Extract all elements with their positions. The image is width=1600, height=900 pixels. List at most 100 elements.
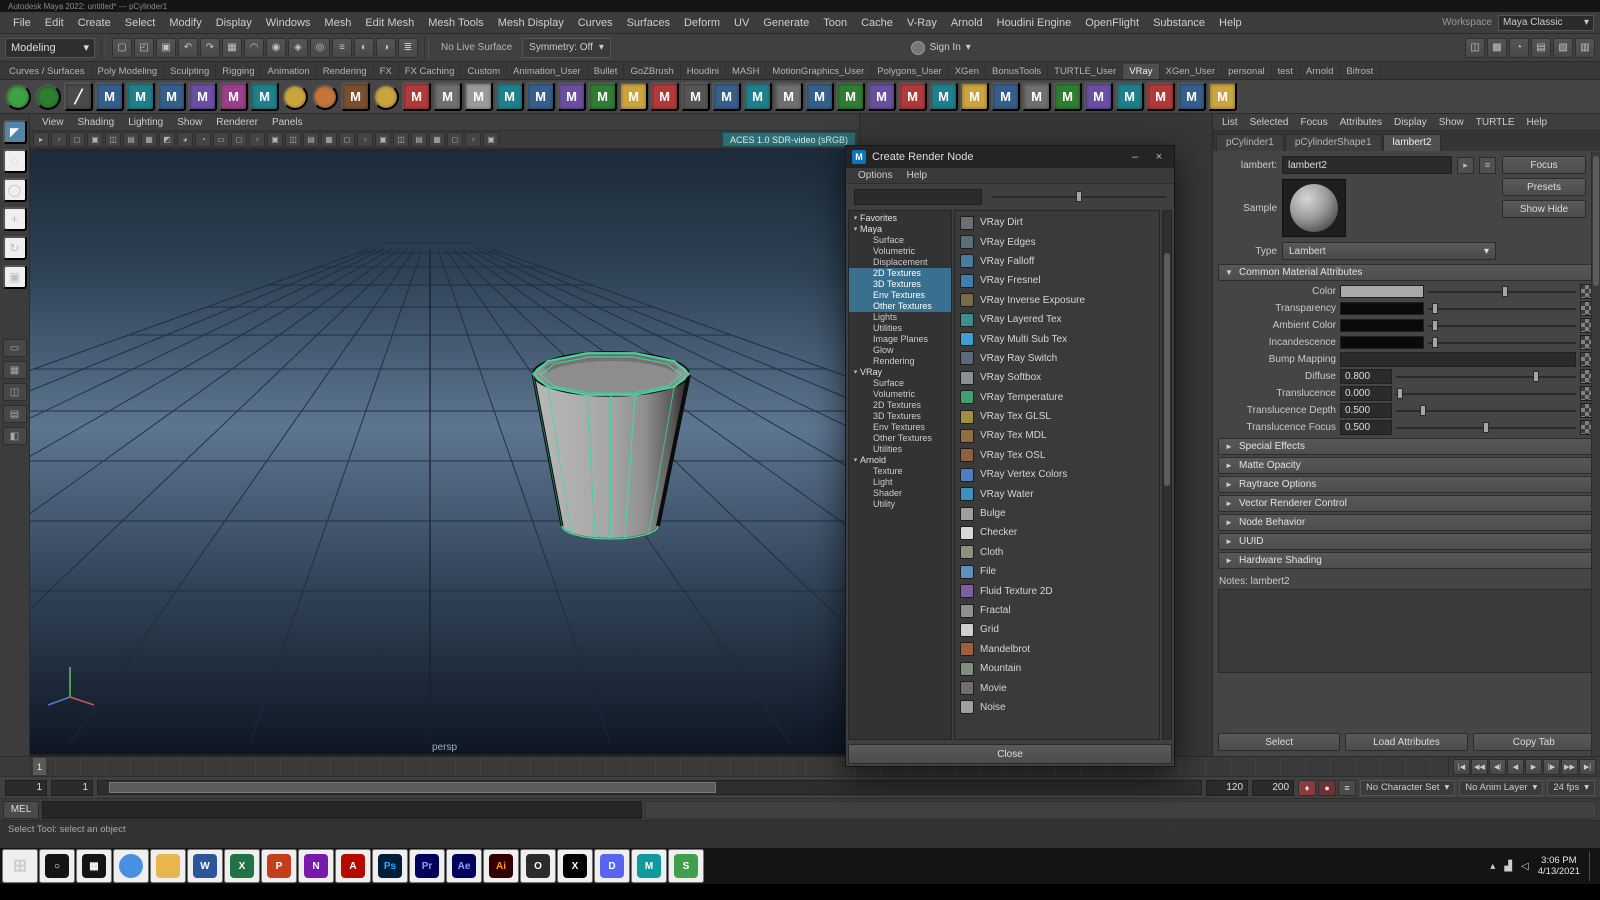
shelf-tab[interactable]: Rigging <box>216 64 261 79</box>
shelf-tab[interactable]: VRay <box>1123 64 1159 79</box>
shelf-item-icon[interactable]: M <box>1053 82 1082 111</box>
powerpoint-icon[interactable]: P <box>261 849 297 883</box>
shelf-tab[interactable]: MotionGraphics_User <box>766 64 871 79</box>
shelf-sphere-icon[interactable] <box>312 84 338 110</box>
tray-chevron-icon[interactable]: ▴ <box>1490 861 1495 872</box>
dof-icon[interactable]: ▦ <box>429 132 445 147</box>
move-tool-icon[interactable]: + <box>3 207 27 231</box>
shaded-mode-icon[interactable]: ▤ <box>303 132 319 147</box>
render-node-item[interactable]: VRay Ray Switch <box>957 349 1157 368</box>
attribute-editor-tab[interactable]: pCylinderShape1 <box>1285 134 1382 151</box>
premiere-icon[interactable]: Pr <box>409 849 445 883</box>
slider-handle[interactable] <box>1076 191 1082 202</box>
shelf-item-icon[interactable]: M <box>341 82 370 111</box>
attribute-editor-tab[interactable]: pCylinder1 <box>1216 134 1284 151</box>
animation-end-field[interactable]: 200 <box>1252 780 1294 796</box>
motion-blur-icon[interactable]: ◫ <box>393 132 409 147</box>
shelf-item-icon[interactable]: M <box>157 82 186 111</box>
shelf-item-icon[interactable]: M <box>588 82 617 111</box>
node-list-scrollbar[interactable] <box>1162 210 1172 740</box>
maya-icon[interactable]: M <box>631 849 667 883</box>
close-button[interactable]: Close <box>848 744 1172 764</box>
shelf-item-icon[interactable]: M <box>898 82 927 111</box>
rotate-tool-icon[interactable]: ↻ <box>3 236 27 260</box>
render-node-item[interactable]: VRay Dirt <box>957 213 1157 232</box>
menu-item[interactable]: File <box>6 14 38 32</box>
volume-icon[interactable]: ◁ <box>1521 861 1529 872</box>
mel-toggle-button[interactable]: MEL <box>3 801 39 819</box>
start-button[interactable]: ⊞ <box>2 849 38 883</box>
tree-row[interactable]: Other Textures <box>849 433 951 444</box>
collapsed-section-bar[interactable]: ► Hardware Shading <box>1218 552 1595 569</box>
render-node-item[interactable]: VRay Edges <box>957 232 1157 251</box>
panel-menu-item[interactable]: Show <box>170 116 209 129</box>
shelf-item-icon[interactable]: M <box>743 82 772 111</box>
attribute-editor-menu-item[interactable]: Help <box>1522 116 1553 129</box>
minimize-icon[interactable]: – <box>1126 149 1144 165</box>
shelf-item-icon[interactable]: M <box>1208 82 1237 111</box>
input-connections-icon[interactable]: ▸ <box>1457 157 1474 174</box>
tree-row[interactable]: Volumetric <box>849 389 951 400</box>
tree-row[interactable]: Glow <box>849 345 951 356</box>
channel-box-icon[interactable]: ▥ <box>1575 38 1595 58</box>
playback-end-field[interactable]: 120 <box>1206 780 1248 796</box>
collapsed-section-bar[interactable]: ► Node Behavior <box>1218 514 1595 531</box>
search-input[interactable] <box>854 189 982 205</box>
shelf-tab[interactable]: Custom <box>461 64 507 79</box>
snap-to-point-icon[interactable]: ◉ <box>266 38 286 58</box>
value-field[interactable]: 0.000 <box>1340 386 1392 401</box>
scrollbar-thumb[interactable] <box>1593 156 1599 286</box>
onenote-icon[interactable]: N <box>298 849 334 883</box>
shelf-item-icon[interactable]: M <box>867 82 896 111</box>
shelf-tab[interactable]: TURTLE_User <box>1048 64 1123 79</box>
scrollbar-thumb[interactable] <box>1164 253 1170 485</box>
dialog-menu-item[interactable]: Help <box>900 169 933 182</box>
character-set-dropdown[interactable]: No Character Set ▾ <box>1360 780 1455 796</box>
save-scene-icon[interactable]: ▣ <box>156 38 176 58</box>
panel-menu-item[interactable]: Lighting <box>121 116 170 129</box>
current-frame-marker[interactable]: 1 <box>33 758 46 775</box>
attribute-slider[interactable] <box>1396 404 1576 417</box>
tree-row[interactable]: Env Textures <box>849 422 951 433</box>
undo-icon[interactable]: ↶ <box>178 38 198 58</box>
step-forward-frame-button[interactable]: ▶▶ <box>1561 759 1578 775</box>
menu-item[interactable]: Help <box>1212 14 1249 32</box>
render-node-item[interactable]: Checker <box>957 523 1157 542</box>
shelf-tab[interactable]: XGen_User <box>1160 64 1223 79</box>
render-node-item[interactable]: VRay Tex GLSL <box>957 407 1157 426</box>
tree-row[interactable]: Utilities <box>849 444 951 455</box>
go-to-end-button[interactable]: ▶| <box>1579 759 1596 775</box>
2d-pan-zoom-icon[interactable]: ▤ <box>123 132 139 147</box>
shelf-item-icon[interactable]: M <box>1146 82 1175 111</box>
menu-item[interactable]: Houdini Engine <box>990 14 1079 32</box>
modeling-toolkit-icon[interactable]: ▩ <box>1487 38 1507 58</box>
node-name-field[interactable]: lambert2 <box>1282 156 1452 174</box>
attribute-editor-tab[interactable]: lambert2 <box>1383 134 1442 151</box>
ipr-render-icon[interactable]: ◑ <box>376 38 396 58</box>
discord-icon[interactable]: D <box>594 849 630 883</box>
collapsed-section-bar[interactable]: ► Matte Opacity <box>1218 457 1595 474</box>
auto-key-icon[interactable]: ● <box>1318 780 1336 796</box>
exposure-icon[interactable]: ▣ <box>483 132 499 147</box>
image-plane-icon[interactable]: ◫ <box>105 132 121 147</box>
textured-mode-icon[interactable]: ▦ <box>321 132 337 147</box>
render-node-item[interactable]: Grid <box>957 620 1157 639</box>
taskbar-clock[interactable]: 3:06 PM 4/13/2021 <box>1538 855 1580 877</box>
render-node-item[interactable]: VRay Vertex Colors <box>957 465 1157 484</box>
shelf-tab[interactable]: personal <box>1222 64 1271 79</box>
show-hide-button[interactable]: Show Hide <box>1502 200 1586 218</box>
render-node-item[interactable]: VRay Water <box>957 484 1157 503</box>
menu-item[interactable]: Mesh <box>317 14 358 32</box>
render-node-item[interactable]: VRay Layered Tex <box>957 310 1157 329</box>
chrome-icon[interactable] <box>113 849 149 883</box>
render-node-item[interactable]: Cloth <box>957 543 1157 562</box>
shelf-tab[interactable]: Bullet <box>588 64 625 79</box>
shelf-tab[interactable]: FX <box>374 64 399 79</box>
excel-icon[interactable]: X <box>224 849 260 883</box>
tree-row[interactable]: ▾ Favorites <box>849 213 951 224</box>
shelf-sphere-icon[interactable] <box>373 84 399 110</box>
attribute-editor-menu-item[interactable]: Selected <box>1245 116 1294 129</box>
step-back-frame-button[interactable]: ◀◀ <box>1471 759 1488 775</box>
slider-handle[interactable] <box>1397 388 1403 399</box>
slider-handle[interactable] <box>1420 405 1426 416</box>
